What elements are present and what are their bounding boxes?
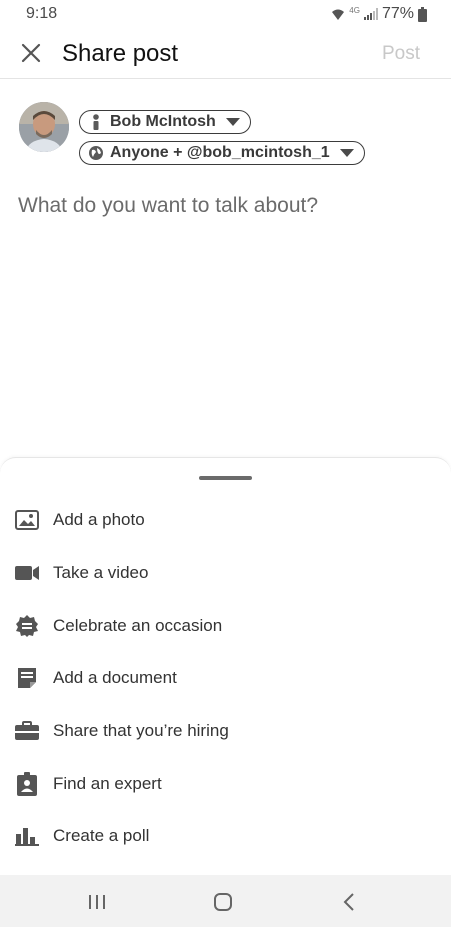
recent-apps-icon[interactable] <box>82 889 112 915</box>
signal-icon <box>363 8 378 20</box>
app-bar: Share post Post <box>0 28 451 79</box>
page-title: Share post <box>62 40 179 67</box>
audience-label: Anyone + @bob_mcintosh_1 <box>110 144 330 161</box>
battery-percent: 77% <box>381 5 414 22</box>
caret-down-icon <box>225 118 240 126</box>
add-photo-option[interactable]: Add a photo <box>0 498 451 542</box>
photo-icon <box>14 507 40 533</box>
audience-selector[interactable]: Anyone + @bob_mcintosh_1 <box>79 141 365 165</box>
add-document-option[interactable]: Add a document <box>0 656 451 700</box>
share-hiring-option[interactable]: Share that you’re hiring <box>0 709 451 753</box>
add-document-label: Add a document <box>53 668 177 687</box>
avatar <box>19 102 69 152</box>
briefcase-icon <box>14 718 40 744</box>
document-icon <box>14 665 40 691</box>
status-bar: 9:18 4G 77% <box>0 0 451 28</box>
status-icons: 4G 77% <box>331 5 427 23</box>
system-navigation-bar <box>0 875 451 927</box>
id-badge-icon <box>14 771 40 797</box>
share-hiring-label: Share that you’re hiring <box>53 721 229 740</box>
post-text-input[interactable] <box>18 186 438 226</box>
find-expert-label: Find an expert <box>53 774 162 793</box>
add-photo-label: Add a photo <box>53 510 145 529</box>
author-name: Bob McIntosh <box>110 113 216 130</box>
celebrate-occasion-option[interactable]: Celebrate an occasion <box>0 604 451 648</box>
create-poll-label: Create a poll <box>53 826 150 845</box>
home-icon[interactable] <box>208 889 238 915</box>
post-button[interactable]: Post <box>382 43 420 65</box>
back-icon[interactable] <box>334 889 364 915</box>
network-type: 4G <box>349 5 360 15</box>
poll-chart-icon <box>14 823 40 849</box>
celebrate-occasion-label: Celebrate an occasion <box>53 616 223 635</box>
share-options-sheet: Add a photo Take a video Celebrate an oc… <box>0 457 451 876</box>
wifi-icon <box>331 8 345 21</box>
video-camera-icon <box>14 560 40 586</box>
globe-icon <box>88 145 104 161</box>
battery-icon <box>418 6 427 22</box>
sheet-drag-handle[interactable] <box>199 476 252 480</box>
caret-down-icon <box>339 149 354 157</box>
create-poll-option[interactable]: Create a poll <box>0 814 451 858</box>
take-video-label: Take a video <box>53 563 149 582</box>
person-icon <box>88 114 104 130</box>
find-expert-option[interactable]: Find an expert <box>0 762 451 806</box>
author-selector[interactable]: Bob McIntosh <box>79 110 251 134</box>
celebrate-badge-icon <box>14 613 40 639</box>
close-icon[interactable] <box>19 41 43 65</box>
take-video-option[interactable]: Take a video <box>0 551 451 595</box>
status-time: 9:18 <box>26 5 58 22</box>
